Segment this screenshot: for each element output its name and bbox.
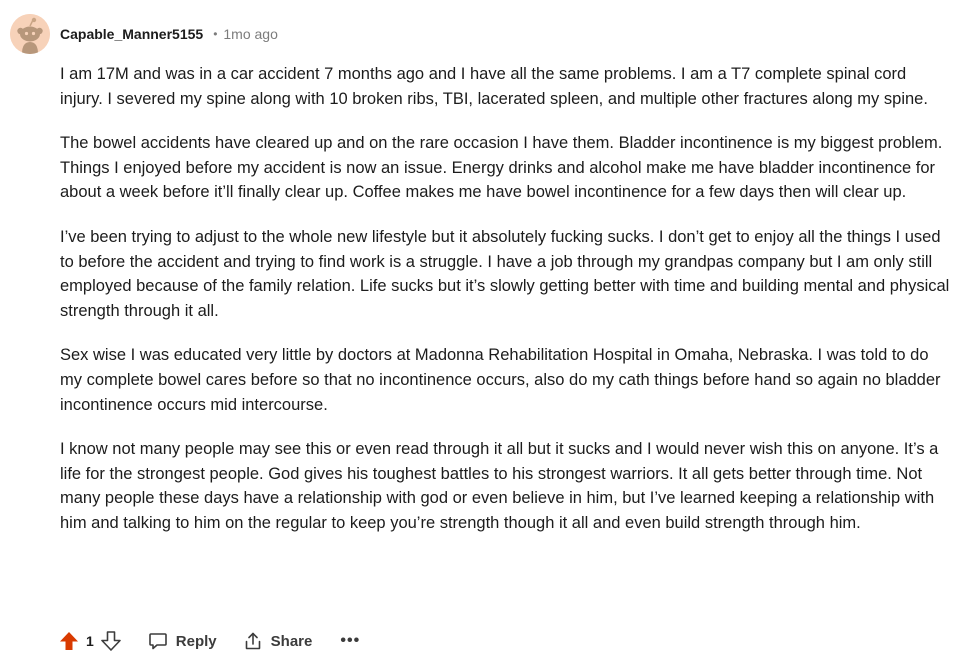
share-label: Share [270, 632, 313, 650]
comment-paragraph: I know not many people may see this or e… [60, 440, 939, 532]
share-button[interactable]: Share [243, 631, 313, 651]
timestamp[interactable]: 1mo ago [223, 26, 277, 42]
comment-action-bar: 1 Reply Share ••• [58, 626, 360, 656]
meta-separator: • [213, 27, 218, 41]
comment: Capable_Manner5155 • 1mo ago I am 17M an… [0, 0, 964, 669]
more-options-button[interactable]: ••• [340, 632, 360, 650]
comment-paragraph: I am 17M and was in a car accident 7 mon… [60, 65, 928, 108]
comment-bubble-icon [148, 633, 167, 650]
reply-label: Reply [175, 632, 217, 650]
comment-header: Capable_Manner5155 • 1mo ago [60, 24, 278, 44]
comment-paragraph: The bowel accidents have cleared up and … [60, 134, 943, 202]
username-link[interactable]: Capable_Manner5155 [60, 26, 203, 42]
vote-count: 1 [86, 633, 94, 649]
avatar[interactable] [10, 14, 50, 54]
vote-controls: 1 [58, 630, 122, 652]
comment-paragraph: Sex wise I was educated very little by d… [60, 346, 941, 414]
share-icon [245, 632, 260, 650]
snoo-avatar-icon [10, 14, 50, 54]
upvote-arrow-icon [60, 632, 78, 650]
downvote-button[interactable] [100, 630, 122, 652]
downvote-arrow-icon [100, 631, 121, 651]
comment-paragraph: I’ve been trying to adjust to the whole … [60, 227, 950, 320]
reply-button[interactable]: Reply [148, 631, 217, 651]
upvote-button[interactable] [58, 630, 80, 652]
comment-body: I am 17M and was in a car accident 7 mon… [60, 62, 950, 556]
